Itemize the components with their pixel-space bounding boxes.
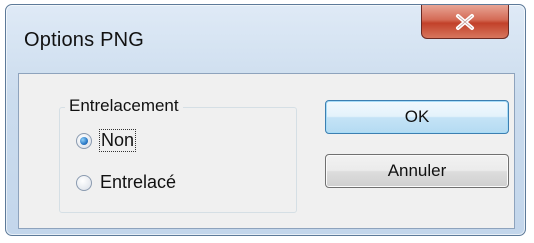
radio-entrelace[interactable]: Entrelacé — [76, 172, 176, 193]
groupbox-label: Entrelacement — [65, 96, 183, 116]
close-button[interactable] — [421, 5, 509, 39]
ok-button[interactable]: OK — [325, 100, 509, 134]
window-title: Options PNG — [24, 29, 145, 51]
radio-non[interactable]: Non — [76, 129, 137, 152]
dialog-window: Options PNG Entrelacement Non Entrelacé … — [5, 4, 526, 236]
radio-button-unchecked[interactable] — [76, 174, 92, 191]
close-icon — [454, 13, 476, 31]
title-bar[interactable]: Options PNG — [6, 5, 525, 73]
radio-label-entrelace: Entrelacé — [100, 172, 177, 192]
cancel-button[interactable]: Annuler — [325, 154, 509, 188]
dialog-client-area: Entrelacement Non Entrelacé OK Annuler — [18, 73, 515, 229]
interlace-groupbox: Entrelacement Non Entrelacé — [59, 96, 297, 213]
radio-label-non: Non — [98, 129, 137, 152]
radio-button-checked[interactable] — [76, 132, 92, 149]
